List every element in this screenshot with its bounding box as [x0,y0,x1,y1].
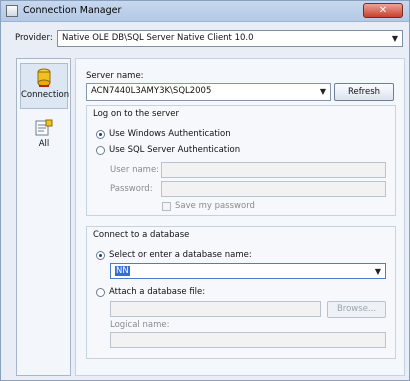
chevron-down-icon: ▼ [374,267,381,276]
page-navigation-panel: Connection All [16,58,71,376]
nav-item-all[interactable]: All [20,115,68,155]
select-database-radio[interactable] [96,251,105,260]
save-password-checkbox[interactable] [162,202,171,211]
refresh-button[interactable]: Refresh [334,83,394,101]
username-label: User name: [110,165,160,175]
provider-label: Provider: [15,33,53,43]
logon-group: Log on to the server Use Windows Authent… [86,105,396,216]
select-database-label[interactable]: Select or enter a database name: [109,250,252,260]
sql-auth-label[interactable]: Use SQL Server Authentication [109,145,240,155]
password-field[interactable] [161,181,386,197]
provider-dropdown[interactable]: Native OLE DB\SQL Server Native Client 1… [57,30,403,47]
logical-name-label: Logical name: [110,320,170,330]
save-password-label[interactable]: Save my password [175,201,255,211]
username-field[interactable] [161,162,386,178]
title-bar: Connection Manager ✕ [1,1,409,22]
attach-database-radio[interactable] [96,288,105,297]
nav-item-connection[interactable]: Connection [20,63,70,109]
close-button[interactable]: ✕ [363,3,403,18]
database-file-field[interactable] [110,301,321,317]
windows-auth-label[interactable]: Use Windows Authentication [109,129,231,139]
properties-icon [35,119,53,136]
sql-auth-radio[interactable] [96,146,105,155]
database-name-combobox[interactable]: NN ▼ [110,263,386,279]
server-name-label: Server name: [86,71,144,81]
chevron-down-icon: ▼ [319,87,326,96]
logon-group-title: Log on to the server [93,109,179,119]
browse-button[interactable]: Browse... [327,301,386,318]
server-name-value: ACN7440L3AMY3K\SQL2005 [91,86,212,96]
window-title: Connection Manager [23,5,122,16]
provider-row: Provider: Native OLE DB\SQL Server Nativ… [1,27,409,49]
database-name-value: NN [115,266,130,276]
server-name-combobox[interactable]: ACN7440L3AMY3K\SQL2005 ▼ [86,83,331,101]
provider-value: Native OLE DB\SQL Server Native Client 1… [62,33,254,43]
nav-label-all: All [38,139,50,149]
chevron-down-icon: ▼ [391,34,398,43]
close-icon: ✕ [378,5,388,16]
database-group-title: Connect to a database [93,230,190,240]
password-label: Password: [110,184,153,194]
logical-name-field[interactable] [110,332,386,348]
connection-manager-window: Connection Manager ✕ Provider: Native OL… [0,0,410,381]
connection-page: Server name: ACN7440L3AMY3K\SQL2005 ▼ Re… [75,58,405,376]
database-group: Connect to a database Select or enter a … [86,226,396,359]
windows-auth-radio[interactable] [96,130,105,139]
window-icon [6,5,18,17]
database-icon [37,68,51,87]
nav-label-connection: Connection [21,90,70,100]
attach-database-label[interactable]: Attach a database file: [109,287,205,297]
